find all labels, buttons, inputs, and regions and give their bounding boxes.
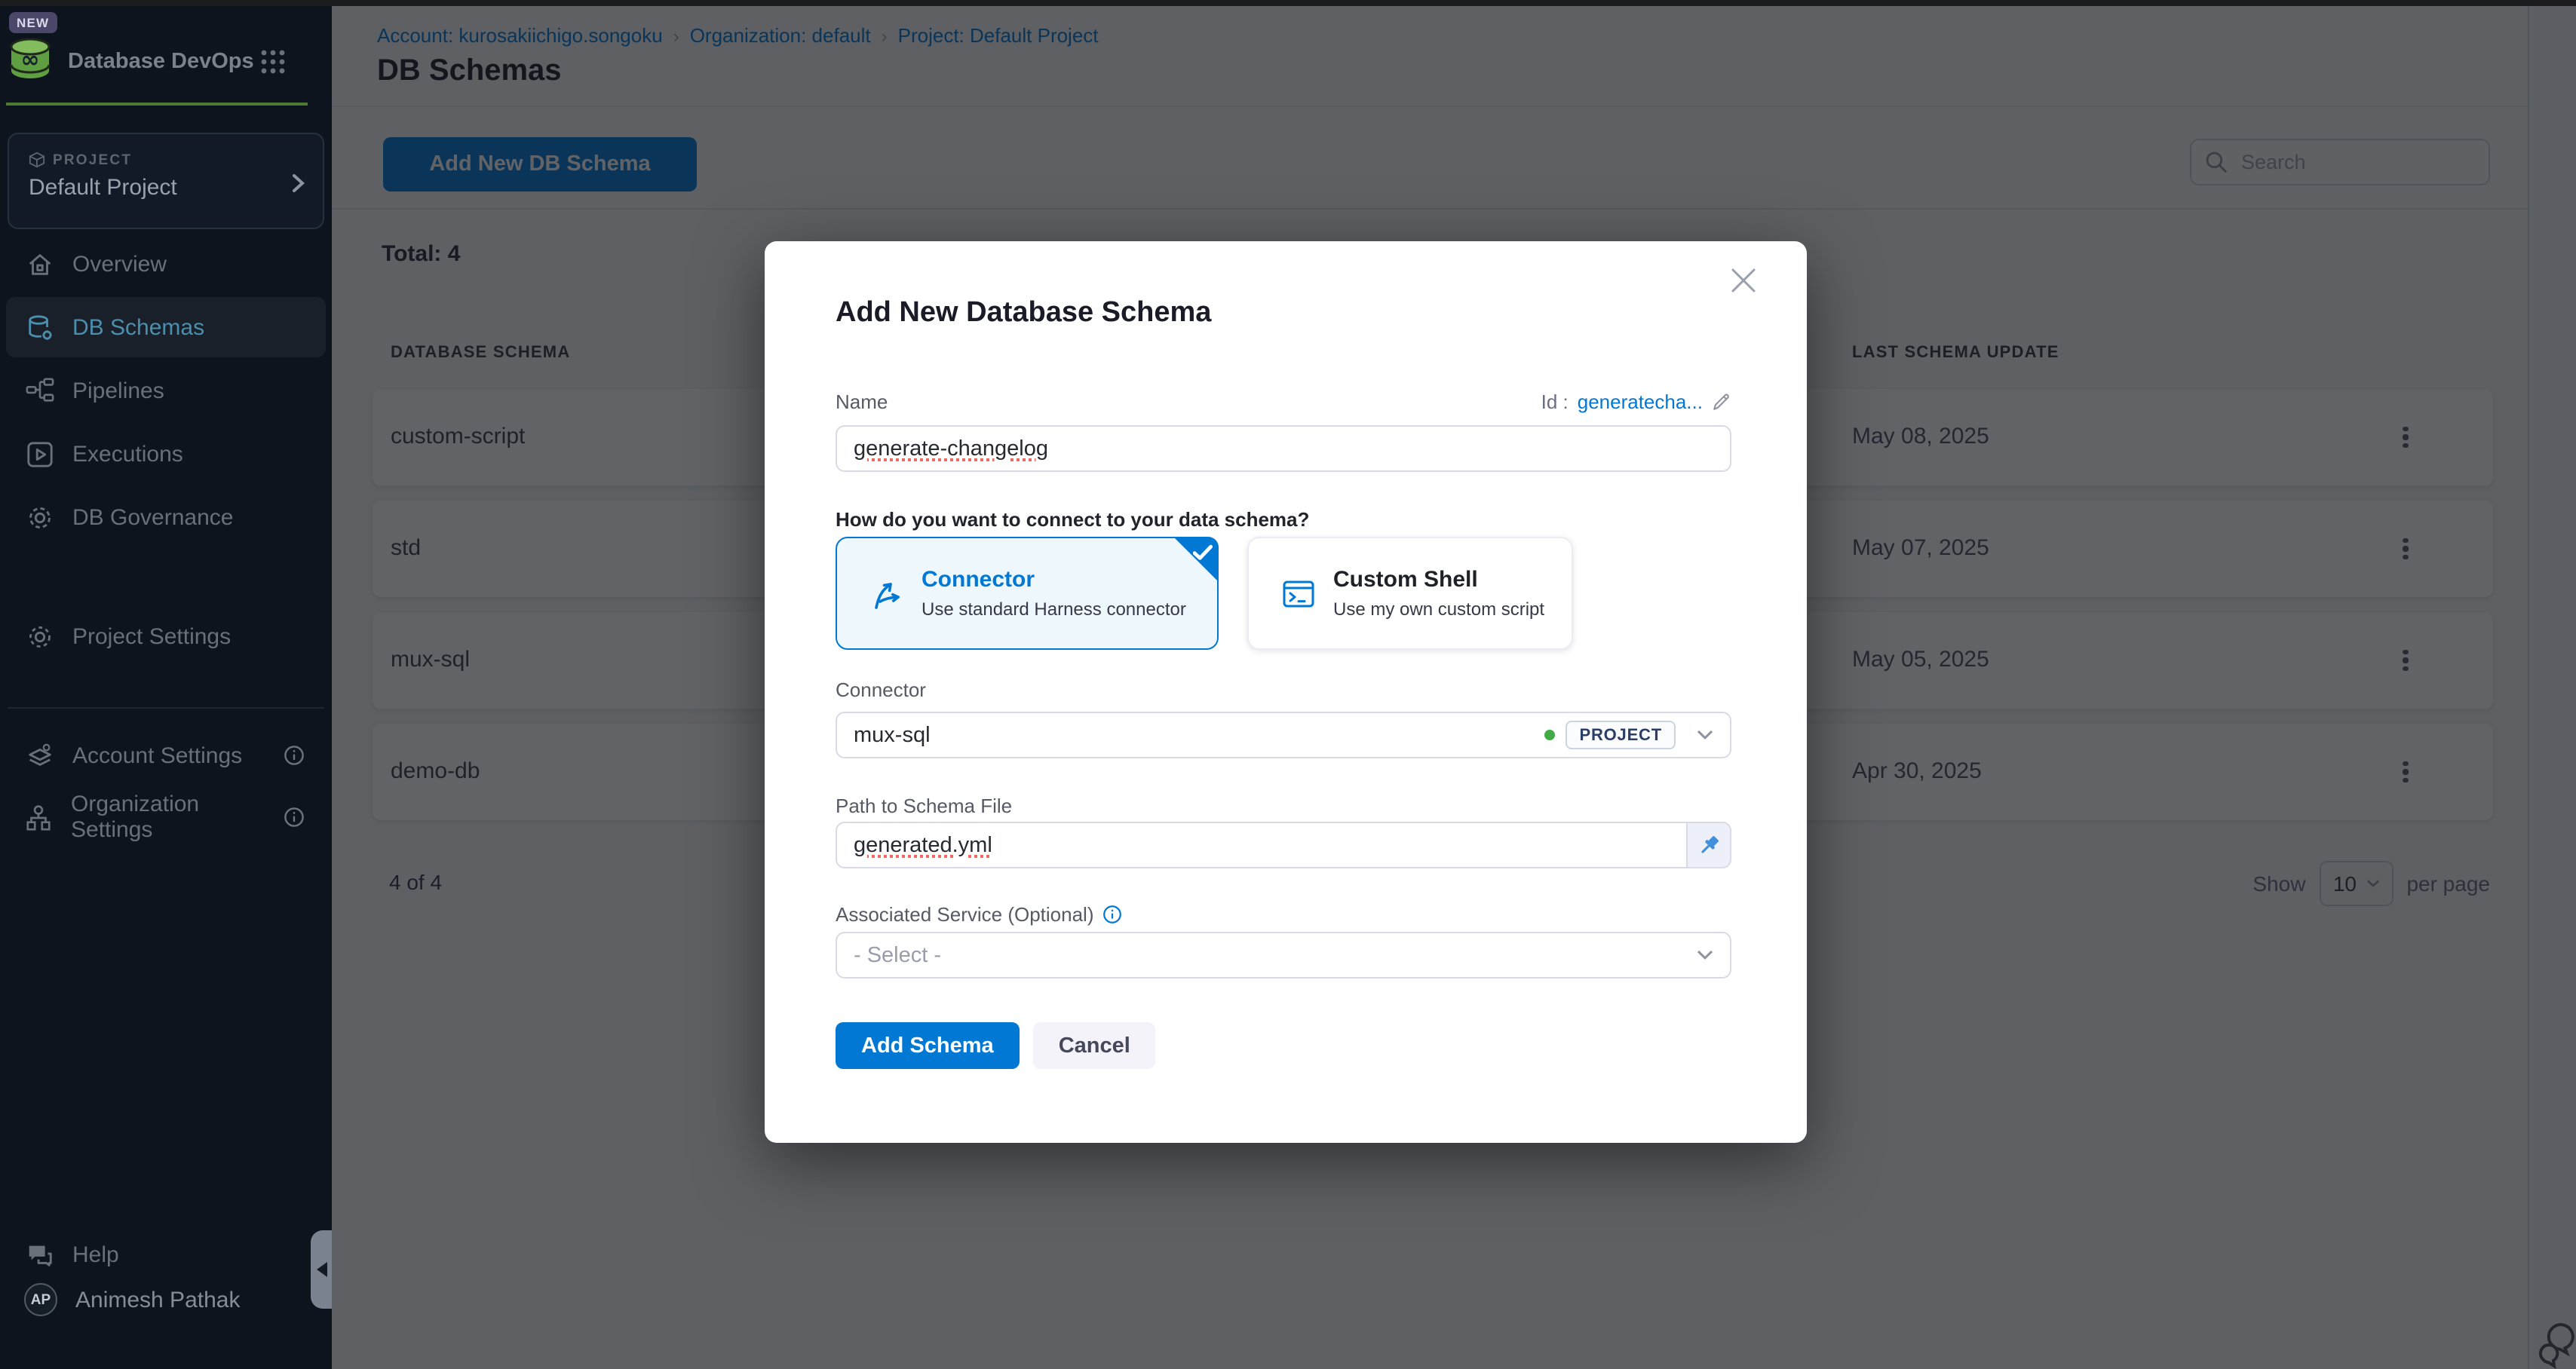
path-input-value: generated.yml: [854, 833, 992, 857]
scope-badge: PROJECT: [1566, 721, 1676, 749]
add-schema-modal: Add New Database Schema Name Id : genera…: [765, 241, 1807, 1143]
add-schema-button[interactable]: Add Schema: [836, 1022, 1020, 1069]
pipelines-icon: [24, 376, 54, 405]
sidebar-item-label: Executions: [72, 441, 183, 467]
executions-icon: [24, 439, 54, 468]
sidebar-item-pipelines[interactable]: Pipelines: [6, 360, 326, 421]
brand-divider: [6, 103, 308, 106]
sidebar: NEW ∞ Database DevOps: [0, 6, 332, 1369]
svg-text:∞: ∞: [21, 47, 40, 73]
service-label: Associated Service (Optional): [836, 903, 1094, 926]
sidebar-item-label: Overview: [72, 251, 167, 277]
cancel-button[interactable]: Cancel: [1033, 1022, 1156, 1069]
sidebar-item-label: Organization Settings: [71, 792, 265, 843]
sidebar-item-label: DB Schemas: [72, 314, 204, 340]
pin-button[interactable]: [1686, 822, 1731, 868]
service-select[interactable]: - Select -: [836, 932, 1731, 979]
sidebar-item-db-governance[interactable]: DB Governance: [6, 487, 326, 547]
org-hierarchy-icon: [24, 803, 53, 832]
sidebar-nav: Overview DB Schemas: [6, 234, 326, 547]
cube-icon: [29, 151, 45, 169]
sidebar-item-project-settings[interactable]: Project Settings: [6, 606, 326, 666]
project-scope-label: PROJECT: [53, 152, 132, 168]
chevron-down-icon: [1697, 950, 1713, 960]
app-window: NEW ∞ Database DevOps: [0, 0, 2576, 1369]
name-input[interactable]: generate-changelog: [836, 425, 1731, 472]
chevron-right-icon: [293, 173, 305, 193]
service-label-row: Associated Service (Optional): [836, 903, 1123, 926]
module-grid-icon[interactable]: [259, 48, 287, 75]
sidebar-item-account-settings[interactable]: Account Settings: [6, 725, 326, 786]
collapse-left-icon: [316, 1262, 327, 1277]
name-label: Name: [836, 390, 888, 413]
connector-label: Connector: [836, 678, 926, 701]
sidebar-item-label: DB Governance: [72, 504, 233, 530]
entity-id-row: Id : generatecha...: [1541, 390, 1731, 413]
connector-scope: PROJECT: [1544, 721, 1676, 749]
edit-pencil-icon[interactable]: [1712, 392, 1731, 412]
info-icon[interactable]: [1103, 905, 1123, 924]
modal-actions: Add Schema Cancel: [836, 1022, 1156, 1069]
user-menu[interactable]: AP Animesh Pathak: [6, 1269, 326, 1330]
sidebar-item-overview[interactable]: Overview: [6, 234, 326, 294]
window-top-strip: [0, 0, 2576, 6]
svg-text:?: ?: [33, 1245, 39, 1256]
user-name: Animesh Pathak: [75, 1287, 240, 1312]
name-input-value: generate-changelog: [854, 436, 1048, 461]
service-placeholder: - Select -: [854, 943, 941, 967]
sidebar-item-db-schemas[interactable]: DB Schemas: [6, 297, 326, 357]
branch-arrows-icon: [869, 575, 905, 611]
close-icon[interactable]: [1728, 265, 1759, 296]
sidebar-item-label: Pipelines: [72, 378, 164, 403]
sidebar-item-label: Account Settings: [72, 743, 242, 768]
option-subtitle: Use my own custom script: [1333, 599, 1544, 620]
db-governance-icon: [24, 503, 54, 531]
sidebar-item-organization-settings[interactable]: Organization Settings: [6, 787, 326, 847]
status-dot: [1544, 730, 1555, 740]
avatar: AP: [24, 1283, 57, 1316]
sidebar-collapse-handle[interactable]: [311, 1230, 332, 1309]
help-chat-icon: ?: [24, 1240, 54, 1269]
modal-title: Add New Database Schema: [836, 297, 1211, 330]
layers-icon: [24, 741, 54, 770]
gear-icon: [24, 622, 54, 651]
home-icon: [24, 250, 54, 278]
project-name: Default Project: [29, 175, 177, 201]
info-icon[interactable]: [284, 807, 305, 828]
db-schemas-icon: [24, 313, 54, 341]
connection-question: How do you want to connect to your data …: [836, 508, 1309, 531]
sidebar-item-executions[interactable]: Executions: [6, 424, 326, 484]
sidebar-item-label: Help: [72, 1242, 119, 1267]
option-card-connector[interactable]: Connector Use standard Harness connector: [836, 537, 1219, 650]
project-selector[interactable]: PROJECT Default Project: [8, 133, 324, 229]
chevron-down-icon: [1697, 730, 1713, 740]
new-badge: NEW: [9, 12, 57, 33]
check-icon: [1193, 544, 1213, 561]
sidebar-divider: [8, 707, 324, 709]
option-subtitle: Use standard Harness connector: [922, 599, 1186, 620]
id-label: Id :: [1541, 390, 1569, 413]
path-input[interactable]: generated.yml: [836, 822, 1731, 868]
pin-icon: [1696, 832, 1722, 858]
id-value-link[interactable]: generatecha...: [1578, 390, 1703, 413]
terminal-icon: [1280, 575, 1317, 611]
info-icon[interactable]: [284, 745, 305, 766]
option-card-custom-shell[interactable]: Custom Shell Use my own custom script: [1247, 537, 1573, 650]
path-label: Path to Schema File: [836, 795, 1012, 817]
connector-value: mux-sql: [854, 723, 931, 747]
connector-select[interactable]: mux-sql PROJECT: [836, 712, 1731, 758]
database-devops-logo-icon: ∞: [8, 36, 53, 81]
option-title: Connector: [922, 567, 1186, 593]
product-name: Database DevOps: [68, 50, 254, 74]
sidebar-item-label: Project Settings: [72, 623, 231, 649]
option-title: Custom Shell: [1333, 567, 1544, 593]
